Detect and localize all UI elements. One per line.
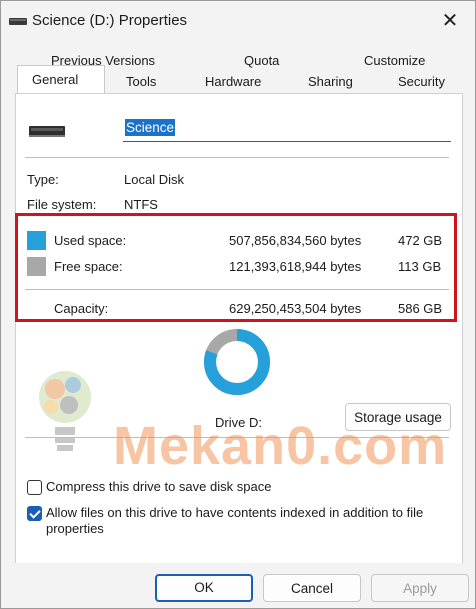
tab-sharing[interactable]: Sharing [308, 74, 353, 89]
properties-window: Science (D:) Properties ✕ Previous Versi… [0, 0, 476, 609]
tab-tools[interactable]: Tools [126, 74, 156, 89]
used-space-label: Used space: [54, 233, 127, 248]
volume-label-text: Science [125, 119, 176, 136]
watermark-logo [39, 371, 91, 451]
tab-general[interactable]: General [32, 72, 78, 87]
drive-icon-small [9, 18, 27, 25]
watermark-text: Mekan0.com [113, 416, 448, 476]
divider [25, 157, 449, 158]
tab-hardware[interactable]: Hardware [205, 74, 261, 89]
tab-quota[interactable]: Quota [244, 53, 279, 68]
tab-security[interactable]: Security [398, 74, 445, 89]
capacity-size: 586 GB [398, 301, 443, 316]
compress-label[interactable]: Compress this drive to save disk space [46, 479, 271, 494]
index-checkbox[interactable] [27, 506, 42, 521]
free-space-swatch [27, 257, 46, 276]
index-label-line2[interactable]: properties [46, 521, 104, 536]
ok-button[interactable]: OK [155, 574, 253, 602]
cancel-button[interactable]: Cancel [263, 574, 361, 602]
used-space-bytes: 507,856,834,560 bytes [229, 233, 362, 248]
type-label: Type: [27, 172, 59, 187]
free-space-size: 113 GB [398, 259, 442, 274]
usage-donut-chart [204, 329, 270, 395]
title-bar: Science (D:) Properties ✕ [1, 1, 475, 41]
tab-customize[interactable]: Customize [364, 53, 425, 68]
index-label-line1[interactable]: Allow files on this drive to have conten… [46, 505, 423, 520]
dialog-footer: OK Cancel Apply [1, 563, 475, 608]
used-space-swatch [27, 231, 46, 250]
capacity-label: Capacity: [54, 301, 109, 316]
apply-button[interactable]: Apply [371, 574, 469, 602]
window-title: Science (D:) Properties [32, 12, 188, 29]
compress-checkbox[interactable] [27, 480, 42, 495]
tab-previous-versions[interactable]: Previous Versions [51, 53, 155, 68]
filesystem-label: File system: [27, 197, 97, 212]
divider [25, 289, 449, 290]
free-space-bytes: 121,393,618,944 bytes [229, 259, 362, 274]
drive-icon [29, 126, 65, 137]
filesystem-value: NTFS [124, 197, 158, 212]
close-icon[interactable]: ✕ [435, 9, 465, 33]
free-space-label: Free space: [54, 259, 123, 274]
type-value: Local Disk [124, 172, 184, 187]
used-space-size: 472 GB [398, 233, 443, 248]
capacity-bytes: 629,250,453,504 bytes [229, 301, 362, 316]
